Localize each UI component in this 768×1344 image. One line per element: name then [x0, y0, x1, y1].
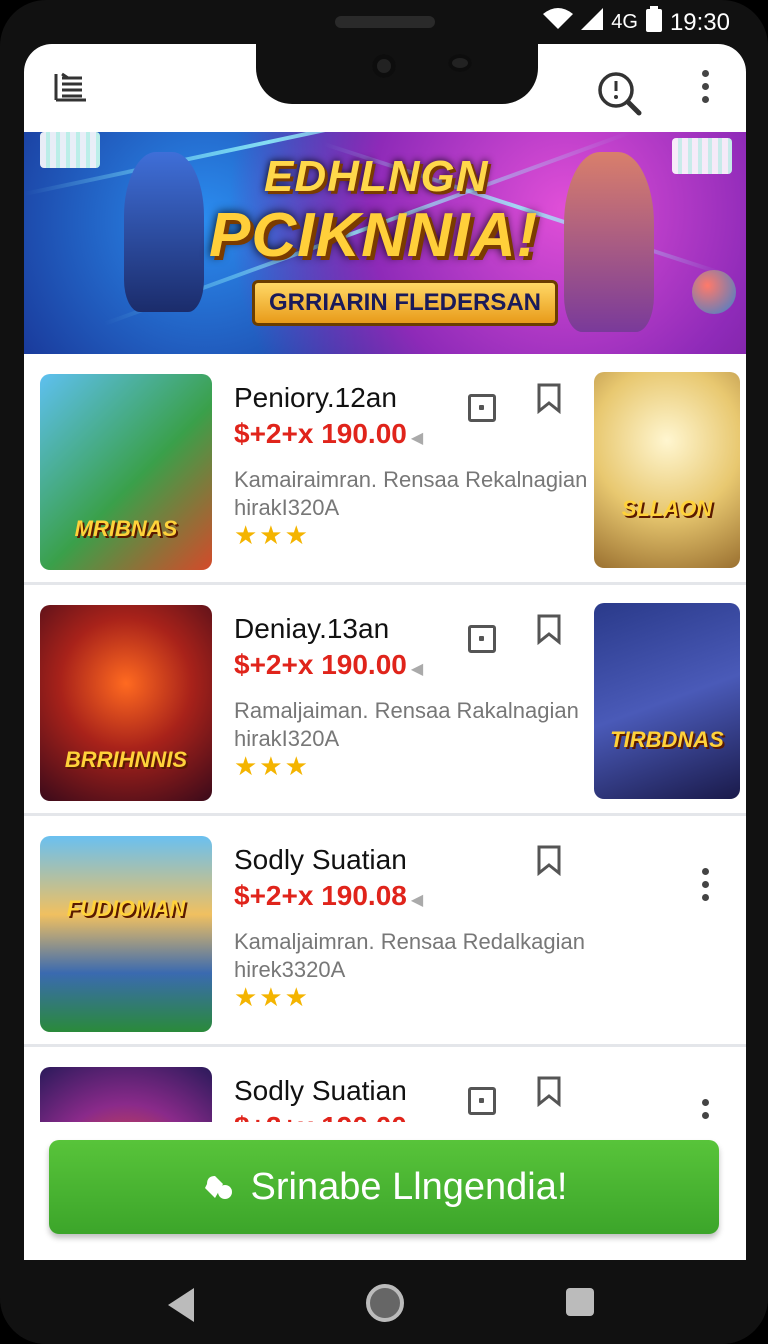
- game-list: MRIBNAS Peniory.12an $+2+x 190.00 ◀ Kamai…: [24, 354, 746, 1260]
- signal-icon: [581, 8, 604, 37]
- phone-frame: 4G 19:30 EDHLNGN PCIKNNIA! GRRIARIN FLED…: [0, 0, 768, 1344]
- item-price: $+2+x 190.00◀: [234, 649, 424, 680]
- game-thumbnail[interactable]: MRIBNAS: [40, 374, 212, 570]
- camera-notch: [256, 44, 538, 104]
- sensor-icon: [448, 54, 472, 72]
- speaker-grille: [335, 16, 435, 28]
- bookmark-icon[interactable]: [536, 382, 562, 414]
- status-icons: 4G 19:30: [543, 6, 730, 39]
- game-thumbnail[interactable]: BRRIHNNIS: [40, 605, 212, 801]
- banner-headline: PCIKNNIA!: [209, 201, 539, 270]
- side-thumbnail[interactable]: TIRBDNAS: [594, 603, 740, 799]
- arrow-icon: ◀: [410, 892, 424, 909]
- camera-lens-icon: [372, 54, 396, 78]
- item-title[interactable]: Sodly Suatian: [234, 844, 407, 876]
- list-item[interactable]: FUDIOMAN Sodly Suatian $+2+x 190.08 ◀ Kam…: [24, 816, 746, 1047]
- item-title[interactable]: Peniory.12an: [234, 382, 397, 414]
- game-thumbnail[interactable]: FUDIOMAN: [40, 836, 212, 1032]
- search-icon[interactable]: [596, 70, 642, 121]
- square-icon[interactable]: [468, 625, 496, 653]
- more-icon[interactable]: [702, 868, 709, 901]
- item-description: Ramaljaiman. Rensaa Rakalnagian hirakI32…: [234, 698, 579, 751]
- arrow-icon: ◀: [410, 661, 424, 678]
- network-label: 4G: [611, 11, 638, 33]
- wifi-icon: [543, 8, 574, 37]
- tag-icon: [204, 1176, 232, 1199]
- stage-light-icon: [672, 138, 732, 174]
- list-item[interactable]: BRRIHNNIS Deniay.13an $+2+x 190.00 ◀ Rama…: [24, 585, 746, 816]
- item-description: Kamaljaimran. Rensaa Redalkagian hirek33…: [234, 929, 585, 982]
- more-icon[interactable]: [702, 70, 709, 103]
- banner-title: EDHLNGN: [264, 152, 489, 201]
- back-icon[interactable]: [168, 1288, 194, 1322]
- square-icon[interactable]: [468, 1087, 496, 1115]
- ball-icon: [692, 270, 736, 314]
- bookmark-icon[interactable]: [536, 844, 562, 876]
- stage-light-icon: [40, 132, 100, 168]
- item-title[interactable]: Deniay.13an: [234, 613, 389, 645]
- item-title[interactable]: Sodly Suatian: [234, 1075, 407, 1107]
- menu-icon[interactable]: [52, 70, 88, 109]
- recent-icon[interactable]: [566, 1288, 594, 1316]
- rating-stars: ★★★: [234, 982, 310, 1012]
- home-icon[interactable]: [366, 1284, 404, 1322]
- item-price: $+2+x 190.00◀: [234, 418, 424, 449]
- bookmark-icon[interactable]: [536, 1075, 562, 1107]
- promo-banner[interactable]: EDHLNGN PCIKNNIA! GRRIARIN FLEDERSAN: [24, 132, 746, 354]
- bookmark-icon[interactable]: [536, 613, 562, 645]
- app-screen: EDHLNGN PCIKNNIA! GRRIARIN FLEDERSAN MRI…: [24, 44, 746, 1260]
- cta-container: Srinabe Llngendia!: [24, 1122, 746, 1260]
- banner-hero-left: [124, 152, 204, 312]
- banner-hero-right: [564, 152, 654, 332]
- banner-subtitle: GRRIARIN FLEDERSAN: [252, 280, 559, 326]
- side-thumbnail[interactable]: SLLAON: [594, 372, 740, 568]
- arrow-icon: ◀: [410, 430, 424, 447]
- item-description: Kamairaimran. Rensaa Rekalnagian hirakI3…: [234, 467, 588, 520]
- clock: 19:30: [669, 8, 730, 36]
- system-nav-bar: [0, 1260, 768, 1344]
- list-item[interactable]: MRIBNAS Peniory.12an $+2+x 190.00 ◀ Kamai…: [24, 354, 746, 585]
- battery-icon: [645, 6, 662, 39]
- cta-button[interactable]: Srinabe Llngendia!: [49, 1140, 719, 1234]
- square-icon[interactable]: [468, 394, 496, 422]
- cta-label: Srinabe Llngendia!: [250, 1165, 568, 1208]
- rating-stars: ★★★: [234, 751, 310, 781]
- item-price: $+2+x 190.08 ◀: [234, 880, 424, 911]
- rating-stars: ★★★: [234, 520, 310, 550]
